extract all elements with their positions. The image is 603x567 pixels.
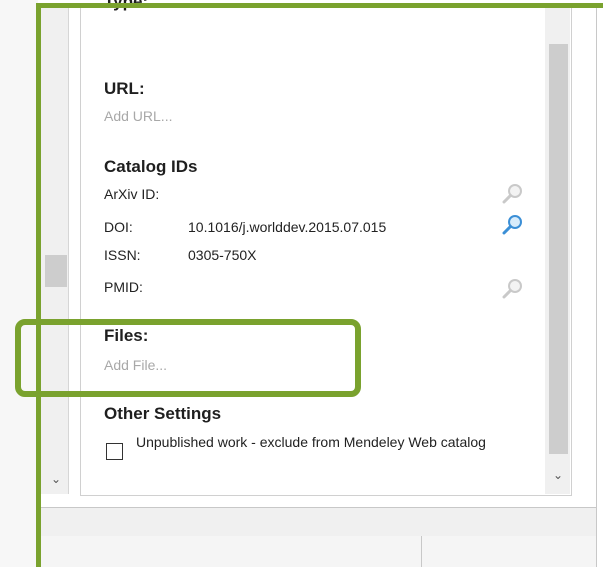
issn-value[interactable]: 0305-750X bbox=[188, 247, 257, 263]
doi-value[interactable]: 10.1016/j.worlddev.2015.07.015 bbox=[188, 219, 386, 235]
right-edge-line bbox=[596, 8, 597, 567]
highlight-frame-left bbox=[36, 3, 41, 567]
issn-label: ISSN: bbox=[104, 247, 141, 263]
files-highlight-box bbox=[15, 319, 361, 397]
unpublished-work-checkbox[interactable] bbox=[106, 443, 123, 460]
add-url-link[interactable]: Add URL... bbox=[104, 108, 172, 124]
left-scroll-down-icon[interactable]: ⌄ bbox=[47, 470, 65, 488]
bottom-bar bbox=[41, 507, 596, 537]
doi-label: DOI: bbox=[104, 219, 133, 235]
bottom-divider bbox=[421, 536, 422, 567]
left-scrollbar-thumb[interactable] bbox=[45, 255, 67, 287]
arxiv-lookup-magnifier-icon[interactable] bbox=[501, 182, 525, 206]
right-scrollbar-thumb[interactable] bbox=[549, 44, 568, 454]
left-pane bbox=[41, 8, 69, 494]
unpublished-work-label[interactable]: Unpublished work - exclude from Mendeley… bbox=[136, 433, 541, 451]
other-settings-heading: Other Settings bbox=[104, 404, 222, 423]
pmid-label: PMID: bbox=[104, 279, 143, 295]
catalog-ids-heading: Catalog IDs bbox=[104, 157, 198, 176]
outer-left-area bbox=[0, 0, 38, 567]
pmid-lookup-magnifier-icon[interactable] bbox=[501, 277, 525, 301]
url-heading: URL: bbox=[104, 79, 145, 98]
right-scroll-down-icon[interactable]: ⌄ bbox=[549, 466, 567, 484]
arxiv-id-label: ArXiv ID: bbox=[104, 186, 160, 202]
doi-lookup-magnifier-icon[interactable] bbox=[501, 213, 525, 237]
highlight-frame-top bbox=[36, 3, 603, 8]
bottom-strip bbox=[41, 536, 596, 567]
